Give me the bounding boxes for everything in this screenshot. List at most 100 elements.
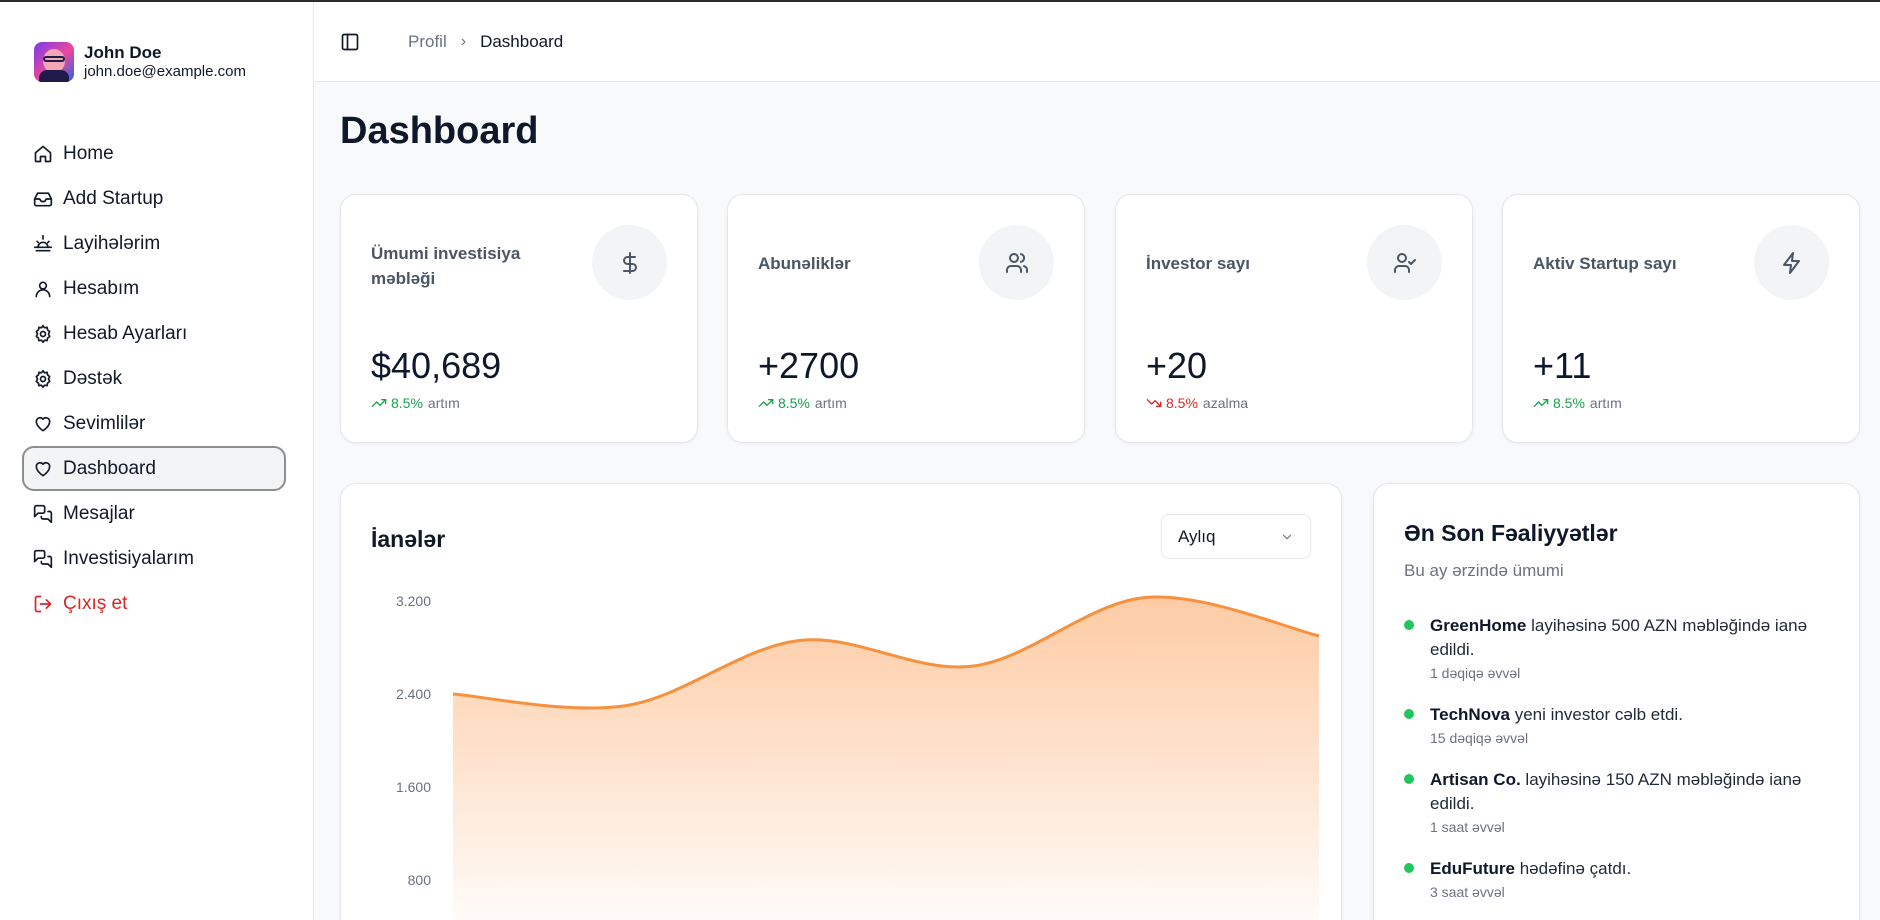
stat-trend-percent: 8.5% [778,395,810,411]
stat-value: $40,689 [371,345,502,386]
stat-card-active-startups: Aktiv Startup sayı +11 8.5% artım [1502,194,1860,443]
heart-icon [35,416,51,431]
stat-trend: 8.5% azalma [1146,395,1248,411]
stat-value: +20 [1146,345,1208,386]
sidebar-item-projects[interactable]: Layihələrim [22,221,286,266]
user-email: john.doe@example.com [84,63,246,80]
sidebar-item-investments[interactable]: Investisiyalarım [22,536,286,581]
activity-list: GreenHome layihəsinə 500 AZN məbləğində … [1404,614,1834,920]
y-tick-label: 3.200 [396,593,431,609]
sidebar-toggle-icon [341,33,359,50]
sidebar-nav: Home Add Startup Layihələrim Hesabım Hes… [22,131,286,626]
stat-label: Ümumi investisiya məbləği [371,244,521,288]
sidebar-item-label: Hesabım [63,277,140,299]
stat-card-total-investment: Ümumi investisiya məbləği $40,689 8.5% a… [340,194,698,443]
user-name: John Doe [84,43,162,62]
stat-trend: 8.5% artım [1533,395,1622,411]
activity-item: GreenHome layihəsinə 500 AZN məbləğində … [1404,614,1834,681]
sidebar-item-dashboard[interactable]: Dashboard [22,446,286,491]
status-dot [1404,863,1414,873]
sidebar-item-label: Investisiyalarım [63,547,194,569]
sidebar-item-label: Sevimlilər [63,412,146,434]
sidebar-item-label: Add Startup [63,187,164,209]
trending-up-icon [1533,399,1549,407]
stat-trend-note: artım [1589,395,1622,411]
recent-activity-card: Ən Son Fəaliyyətlər Bu ay ərzində ümumi … [1373,483,1860,920]
trending-up-icon [371,399,387,407]
stat-icon [1754,225,1829,300]
heart-icon [35,461,51,476]
breadcrumb: Profil › Dashboard [408,32,563,52]
chat-icon [33,549,53,568]
activity-project-name[interactable]: GreenHome [1430,616,1526,635]
sidebar-item-favorites[interactable]: Sevimlilər [22,401,286,446]
stat-label: İnvestor sayı [1146,254,1250,273]
stat-trend-percent: 8.5% [1553,395,1585,411]
activity-time: 1 saat əvvəl [1430,819,1505,835]
sidebar-item-account[interactable]: Hesabım [22,266,286,311]
topbar: Profil › Dashboard [314,2,1880,82]
status-dot [1404,709,1414,719]
stat-icon [592,225,667,300]
sidebar-toggle-button[interactable] [336,28,364,56]
stat-trend-percent: 8.5% [391,395,423,411]
stat-icon [979,225,1054,300]
stat-trend-note: artım [814,395,847,411]
activity-time: 3 saat əvvəl [1430,884,1505,900]
stat-value: +2700 [758,345,860,386]
users-icon [1005,252,1028,273]
stat-label: Aktiv Startup sayı [1533,254,1677,273]
stat-trend-note: artım [427,395,460,411]
chevron-right-icon: › [460,32,467,50]
sidebar-item-account-settings[interactable]: Hesab Ayarları [22,311,286,356]
bolt-icon [1782,251,1800,274]
trending-up-icon [758,399,774,407]
user-icon [35,281,51,297]
activity-project-name[interactable]: TechNova [1430,705,1510,724]
activity-item: TechNova yeni investor cəlb etdi. 15 dəq… [1404,703,1834,746]
sidebar-item-label: Home [63,142,114,164]
stat-trend-note: azalma [1202,395,1249,411]
sidebar-item-add-startup[interactable]: Add Startup [22,176,286,221]
sidebar-item-label: Dashboard [63,457,156,479]
chat-icon [33,504,53,523]
y-tick-label: 1.600 [396,779,431,795]
activity-text: yeni investor cəlb etdi. [1510,705,1683,724]
breadcrumb-profile-link[interactable]: Profil [408,32,447,52]
gear-icon [35,324,51,343]
chevron-down-icon [1282,534,1292,539]
activity-project-name[interactable]: Artisan Co. [1430,770,1521,789]
sidebar-item-logout[interactable]: Çıxış et [22,581,286,626]
sidebar-item-label: Hesab Ayarları [63,322,188,344]
status-dot [1404,620,1414,630]
activity-subtitle: Bu ay ərzində ümumi [1404,561,1564,580]
sidebar-item-label: Mesajlar [63,502,135,524]
sidebar-item-support[interactable]: Dəstək [22,356,286,401]
breadcrumb-current: Dashboard [480,31,564,51]
chart-area-fill [453,597,1319,920]
area-chart: 3.200 2.400 1.600 800 [396,593,1320,920]
stat-icon [1367,225,1442,300]
activity-title: Ən Son Fəaliyyətlər [1404,520,1618,546]
user-profile[interactable]: John Doe john.doe@example.com [34,42,246,82]
sidebar-item-messages[interactable]: Mesajlar [22,491,286,536]
sidebar-item-home[interactable]: Home [22,131,286,176]
stat-label: Abunəliklər [758,254,851,273]
sunrise-icon [33,234,53,251]
sidebar: John Doe john.doe@example.com Home Add S… [0,2,314,920]
inbox-icon [33,191,53,206]
sidebar-item-label: Çıxış et [63,592,128,614]
dollar-icon [622,251,637,274]
status-dot [1404,774,1414,784]
activity-project-name[interactable]: EduFuture [1430,859,1515,878]
activity-time: 1 dəqiqə əvvəl [1430,665,1521,681]
home-icon [34,145,52,162]
donations-chart-card: İanələr Aylıq 3.200 2.400 1.600 800 [340,483,1342,920]
activity-item: EduFuture hədəfinə çatdı. 3 saat əvvəl [1404,857,1834,900]
page-title: Dashboard [340,110,539,152]
trending-down-icon [1146,399,1162,407]
sidebar-item-label: Layihələrim [63,232,161,254]
activity-time: 15 dəqiqə əvvəl [1430,730,1529,746]
avatar [34,42,74,82]
sidebar-item-label: Dəstək [63,367,123,389]
